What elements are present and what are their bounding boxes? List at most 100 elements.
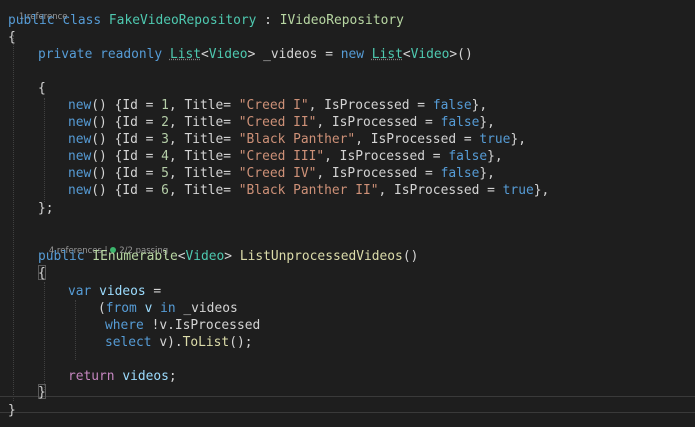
token-string: "Creed II" xyxy=(238,115,317,130)
code-line[interactable]: select v).ToList(); xyxy=(105,334,253,351)
code-line[interactable]: new() {Id = 1, Title= "Creed I", IsProce… xyxy=(68,97,487,114)
token-number: 4 xyxy=(161,149,169,164)
token-punct: = xyxy=(145,284,162,299)
code-line[interactable]: public class FakeVideoRepository : IVide… xyxy=(8,12,404,29)
token-punct: , IsProcessed = xyxy=(378,183,503,198)
indent-guide xyxy=(13,35,14,401)
token-punct: < xyxy=(201,47,209,62)
token-brace: } xyxy=(38,385,46,400)
token-punct: , Title= xyxy=(168,115,239,130)
code-line[interactable]: private readonly List<Video> _videos = n… xyxy=(38,46,473,63)
token-punct: (); xyxy=(229,335,253,350)
token-expression: !v.IsProcessed xyxy=(143,318,261,333)
token-boolean: false xyxy=(440,115,480,130)
token-keyword: new xyxy=(68,132,92,147)
token-boolean: false xyxy=(440,166,480,181)
code-line[interactable]: (from v in _videos xyxy=(98,300,238,317)
code-editor[interactable]: 1 reference public class FakeVideoReposi… xyxy=(0,0,695,427)
token-punct: , Title= xyxy=(168,166,239,181)
code-line[interactable]: }; xyxy=(38,200,54,217)
token-interface-name: IVideoRepository xyxy=(279,13,404,28)
token-keyword: class xyxy=(62,13,102,28)
code-line[interactable]: { xyxy=(38,265,46,282)
token-brace: { xyxy=(38,266,46,281)
token-variable: videos xyxy=(99,284,146,299)
token-field: _videos xyxy=(175,301,238,316)
token-punct: > xyxy=(224,249,240,264)
token-brace: { xyxy=(8,30,16,45)
code-lens-class: 1 reference xyxy=(8,1,68,22)
indent-guide xyxy=(75,300,76,360)
token-punct: > xyxy=(247,47,264,62)
token-interface-name: IEnumerable xyxy=(92,249,178,264)
token-type: Video xyxy=(208,47,248,62)
token-keyword: new xyxy=(68,149,92,164)
code-line[interactable]: new() {Id = 5, Title= "Creed IV", IsProc… xyxy=(68,165,495,182)
token-class-name: FakeVideoRepository xyxy=(108,13,257,28)
token-variable: videos xyxy=(114,369,169,384)
token-punct: , IsProcessed = xyxy=(355,132,480,147)
token-keyword: var xyxy=(68,284,92,299)
token-keyword: select xyxy=(105,335,152,350)
token-boolean: true xyxy=(479,132,511,147)
token-brace: } xyxy=(8,403,16,418)
token-punct: , IsProcessed = xyxy=(316,166,441,181)
token-keyword: readonly xyxy=(100,47,163,62)
token-method-name: ToList xyxy=(182,335,230,350)
token-punct: < xyxy=(402,47,411,62)
indent-guide xyxy=(44,98,45,202)
code-line[interactable]: new() {Id = 3, Title= "Black Panther", I… xyxy=(68,131,526,148)
token-punct: , Title= xyxy=(168,149,239,164)
code-line[interactable]: new() {Id = 2, Title= "Creed II", IsProc… xyxy=(68,114,495,131)
code-lens-method: 4 references | 2/2 passing xyxy=(38,235,168,256)
token-punct: () {Id = xyxy=(91,132,162,147)
code-line[interactable]: public IEnumerable<Video> ListUnprocesse… xyxy=(38,248,418,265)
token-punct: , IsProcessed = xyxy=(324,149,449,164)
token-keyword: new xyxy=(340,47,365,62)
code-line[interactable]: where !v.IsProcessed xyxy=(105,317,260,334)
token-punct: >() xyxy=(449,47,473,62)
code-line[interactable]: { xyxy=(8,29,16,46)
token-punct: , Title= xyxy=(168,132,239,147)
token-keyword: return xyxy=(68,369,115,384)
token-punct: ; xyxy=(168,369,177,384)
token-keyword: new xyxy=(68,115,92,130)
token-type: Video xyxy=(185,249,225,264)
indent-guide xyxy=(44,282,45,390)
token-punct: , Title= xyxy=(168,183,239,198)
token-punct: () {Id = xyxy=(91,166,162,181)
token-keyword: new xyxy=(68,183,92,198)
token-keyword: from xyxy=(105,301,137,316)
token-punct: }, xyxy=(487,149,503,164)
token-punct: () {Id = xyxy=(91,149,162,164)
token-punct: }, xyxy=(510,132,526,147)
token-punct: , IsProcessed = xyxy=(308,98,433,113)
token-punct: () {Id = xyxy=(91,115,162,130)
token-punct: }, xyxy=(533,183,550,198)
code-line[interactable]: } xyxy=(38,384,46,401)
current-line-highlight xyxy=(0,396,695,413)
token-string: "Black Panther" xyxy=(238,132,356,147)
code-line[interactable]: new() {Id = 6, Title= "Black Panther II"… xyxy=(68,182,549,199)
token-punct: () xyxy=(402,249,419,264)
token-punct: , Title= xyxy=(168,98,239,113)
token-boolean: true xyxy=(502,183,534,198)
token-punct: () {Id = xyxy=(91,183,162,198)
token-type: List xyxy=(169,47,201,62)
token-string: "Black Panther II" xyxy=(238,183,379,198)
code-line[interactable]: { xyxy=(38,80,46,97)
token-number: 1 xyxy=(161,98,169,113)
code-line[interactable]: return videos; xyxy=(68,368,177,385)
token-type: Video xyxy=(410,47,450,62)
token-punct: }, xyxy=(479,166,495,181)
code-line[interactable]: new() {Id = 4, Title= "Creed III", IsPro… xyxy=(68,148,503,165)
token-number: 5 xyxy=(161,166,169,181)
token-keyword: new xyxy=(68,166,92,181)
token-keyword: where xyxy=(105,318,144,333)
code-line[interactable]: } xyxy=(8,402,16,419)
token-punct: , IsProcessed = xyxy=(316,115,441,130)
token-string: "Creed III" xyxy=(238,149,325,164)
token-variable: v xyxy=(136,301,161,316)
token-keyword: public xyxy=(38,249,85,264)
code-line[interactable]: var videos = xyxy=(68,283,161,300)
